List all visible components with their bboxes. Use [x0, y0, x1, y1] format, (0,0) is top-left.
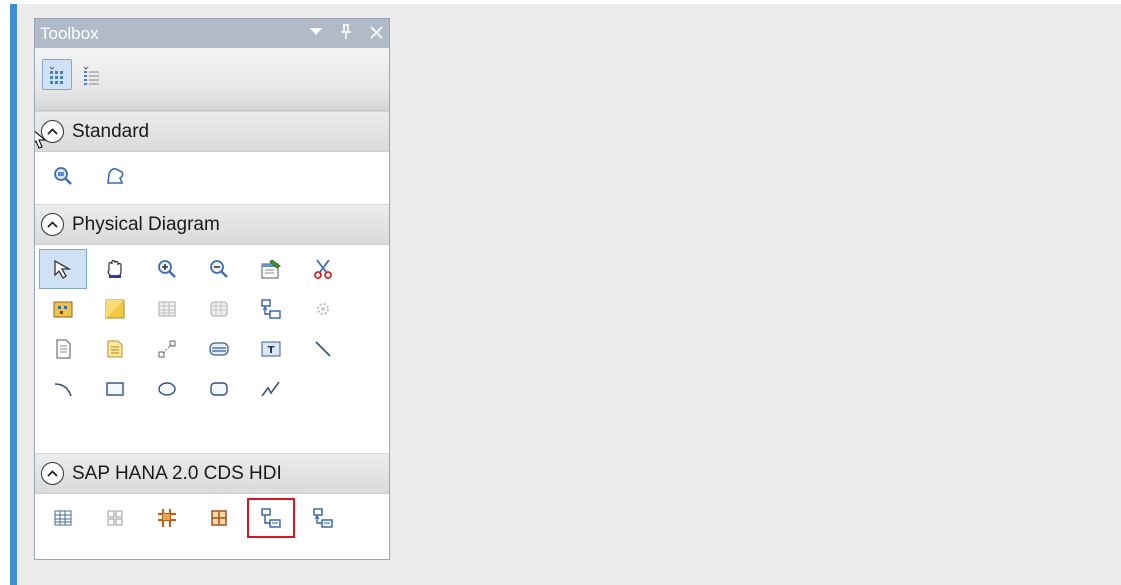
tool-procedure[interactable] [299, 289, 347, 329]
tool-table[interactable] [143, 289, 191, 329]
tool-ellipse[interactable] [143, 369, 191, 409]
structure-icon [211, 510, 227, 526]
tool-note[interactable] [91, 329, 139, 369]
area-icon [105, 299, 125, 319]
tool-file[interactable] [39, 329, 87, 369]
tool-zoom[interactable] [39, 156, 87, 196]
dock-accent-bar [10, 4, 17, 585]
tool-text[interactable]: T [247, 329, 295, 369]
entity-icon [158, 509, 176, 527]
list-view-button[interactable] [76, 59, 106, 90]
zoom-in-icon [158, 260, 176, 278]
section-physical-header[interactable]: Physical Diagram [35, 204, 389, 245]
collapse-icon[interactable] [41, 213, 64, 236]
line-icon [315, 341, 331, 357]
collapse-icon[interactable] [41, 462, 64, 485]
icon-view-button[interactable] [42, 59, 72, 90]
reference-icon [261, 299, 281, 319]
tool-link[interactable] [143, 329, 191, 369]
toolbox-panel: Toolbox Standard Physical Diagram T SAP … [34, 18, 390, 560]
reference-icon [313, 508, 333, 528]
cut-icon [314, 259, 332, 279]
pointer-icon [54, 259, 72, 279]
link-icon [158, 340, 176, 358]
note-icon [107, 340, 123, 358]
list-view-icon [83, 66, 99, 85]
view-mode-bar [35, 48, 389, 111]
lasso-icon [107, 168, 124, 184]
section-standard-header[interactable]: Standard [35, 111, 389, 152]
mouse-cursor-icon [35, 130, 47, 149]
close-icon[interactable] [367, 22, 385, 42]
section-hana-header[interactable]: SAP HANA 2.0 CDS HDI [35, 453, 389, 494]
arc-icon [54, 383, 72, 397]
tool-package[interactable] [39, 289, 87, 329]
text-icon: T [261, 341, 281, 357]
physical-items: T [35, 245, 389, 453]
tool-hand[interactable] [91, 249, 139, 289]
rectangle-icon [106, 382, 124, 396]
file-icon [56, 339, 71, 359]
section-hana-label: SAP HANA 2.0 CDS HDI [72, 462, 282, 484]
pin-icon[interactable] [337, 22, 355, 42]
tool-pointer[interactable] [39, 249, 87, 289]
table-type-icon [107, 510, 123, 526]
table-icon [158, 301, 176, 317]
tool-zoom-out[interactable] [195, 249, 243, 289]
section-standard-label: Standard [72, 120, 150, 142]
tool-line[interactable] [299, 329, 347, 369]
tool-area[interactable] [91, 289, 139, 329]
toolbox-titlebar[interactable]: Toolbox [35, 19, 389, 48]
tool-zoom-in[interactable] [143, 249, 191, 289]
tool-hana-entity[interactable] [143, 498, 191, 538]
procedure-icon [317, 303, 329, 315]
table-icon [54, 510, 72, 526]
dropdown-icon[interactable] [307, 22, 325, 42]
zoom-out-icon [210, 260, 228, 278]
hana-items [35, 494, 389, 542]
polyline-icon [261, 381, 280, 397]
tool-arc[interactable] [39, 369, 87, 409]
icon-view-icon [49, 66, 63, 84]
tool-rectangle[interactable] [91, 369, 139, 409]
tool-storage[interactable] [195, 329, 243, 369]
package-icon [53, 301, 73, 318]
tool-view[interactable] [195, 289, 243, 329]
rounded-rectangle-icon [210, 382, 228, 396]
tool-lasso[interactable] [91, 156, 139, 196]
tool-cut[interactable] [299, 249, 347, 289]
tool-hana-reference[interactable] [299, 498, 347, 538]
tool-hana-association[interactable] [247, 498, 295, 538]
tool-hana-table[interactable] [39, 498, 87, 538]
ellipse-icon [158, 382, 176, 396]
zoom-icon [54, 167, 72, 185]
toolbox-title: Toolbox [40, 24, 99, 43]
properties-icon [261, 259, 281, 279]
tool-polyline[interactable] [247, 369, 295, 409]
tool-hana-table-type[interactable] [91, 498, 139, 538]
window-controls [307, 22, 385, 42]
tool-rounded-rectangle[interactable] [195, 369, 243, 409]
tool-hana-structure[interactable] [195, 498, 243, 538]
standard-items [35, 152, 389, 204]
svg-text:T: T [268, 345, 275, 356]
tool-properties[interactable] [247, 249, 295, 289]
storage-icon [209, 342, 229, 356]
hand-icon [107, 259, 122, 278]
section-physical-label: Physical Diagram [72, 213, 220, 235]
association-icon [261, 508, 281, 528]
view-icon [210, 301, 228, 317]
tool-reference[interactable] [247, 289, 295, 329]
